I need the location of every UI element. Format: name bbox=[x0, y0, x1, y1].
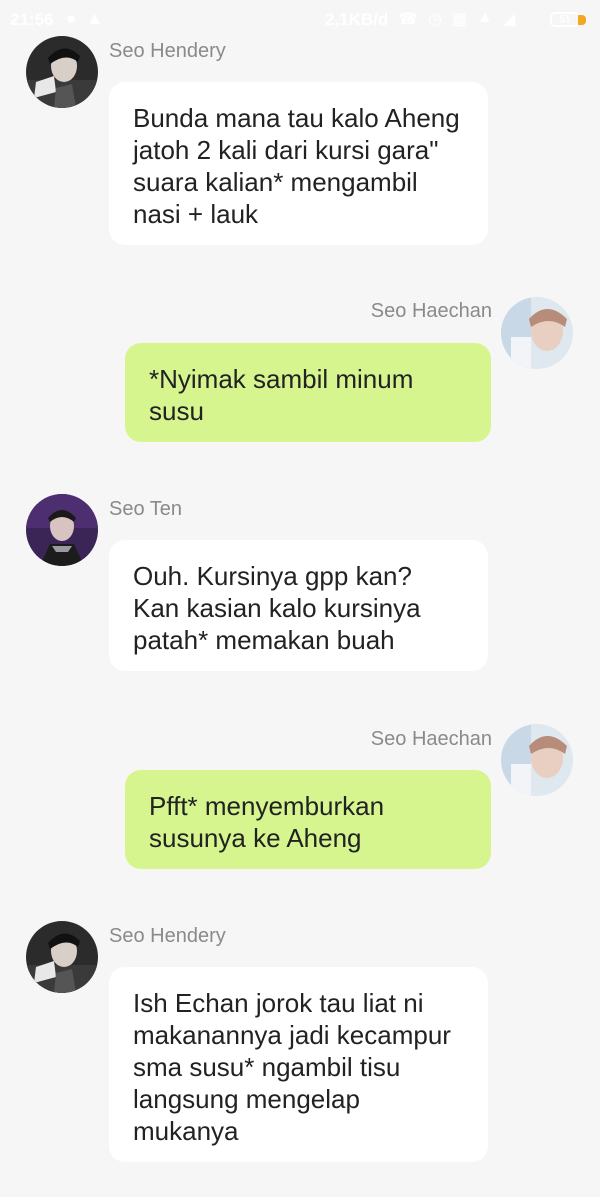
sender-name: Seo Haechan bbox=[370, 728, 492, 750]
warning-icon: ▲ bbox=[86, 9, 104, 28]
sim-icon: ▦ bbox=[451, 11, 468, 28]
message-bubble[interactable]: Bunda mana tau kalo Aheng jatoh 2 kali d… bbox=[109, 82, 488, 245]
message-bubble[interactable]: *Nyimak sambil minum susu bbox=[125, 343, 491, 442]
sender-name: Seo Haechan bbox=[370, 300, 492, 322]
status-time: 21:56 bbox=[10, 10, 54, 29]
signal-icon: ▲ bbox=[477, 9, 493, 26]
message-bubble[interactable]: Ouh. Kursinya gpp kan? Kan kasian kalo k… bbox=[109, 540, 488, 671]
wifi-icon: ◢ bbox=[502, 11, 516, 28]
network-speed: 2,1KB/d bbox=[325, 10, 389, 29]
avatar-seo-haechan[interactable] bbox=[501, 724, 573, 796]
avatar-seo-ten[interactable] bbox=[26, 494, 98, 566]
sender-name: Seo Ten bbox=[109, 498, 183, 520]
avatar-seo-haechan[interactable] bbox=[501, 297, 573, 369]
message-bubble[interactable]: Ish Echan jorok tau liat ni makanannya j… bbox=[109, 967, 488, 1162]
sender-name: Seo Hendery bbox=[109, 925, 226, 947]
sender-name: Seo Hendery bbox=[109, 40, 226, 62]
status-bar: 21:56 ● ▲ 2,1KB/d ☎ ◷ ▦ ▲ ◢ 51 bbox=[0, 0, 600, 40]
call-icon: ☎ bbox=[398, 11, 418, 28]
alarm-icon: ◷ bbox=[427, 11, 442, 28]
avatar-seo-hendery[interactable] bbox=[26, 921, 98, 993]
avatar-seo-hendery[interactable] bbox=[26, 36, 98, 108]
messenger-icon: ● bbox=[66, 9, 77, 28]
battery-level: 51 bbox=[559, 14, 571, 25]
battery-icon: 51 bbox=[550, 12, 580, 27]
message-bubble[interactable]: Pfft* menyemburkan susunya ke Aheng bbox=[125, 770, 491, 869]
charging-dot bbox=[578, 15, 586, 25]
